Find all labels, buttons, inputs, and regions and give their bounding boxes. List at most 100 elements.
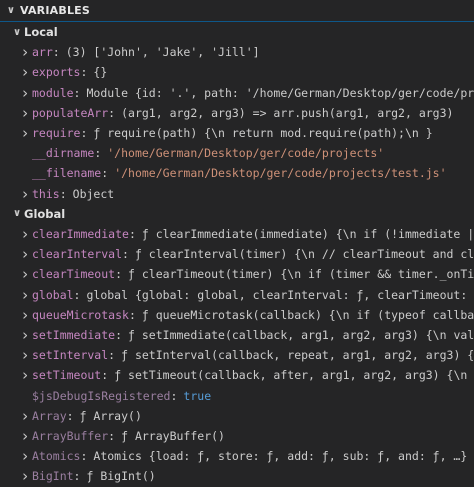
name-value-separator: : bbox=[52, 45, 60, 60]
chevron-right-icon[interactable]: › bbox=[18, 306, 32, 324]
variable-row[interactable]: ›__filename:'/home/German/Desktop/ger/co… bbox=[0, 163, 474, 183]
variable-name: Atomics bbox=[32, 449, 81, 464]
variable-value: ƒ setTimeout(callback, after, arg1, arg2… bbox=[114, 368, 474, 383]
variable-value: ƒ queueMicrotask(callback) {\n if (typeo… bbox=[141, 307, 474, 322]
variable-row[interactable]: › global: global {global: global, clearInt… bbox=[0, 285, 474, 305]
variable-name: populateArr bbox=[32, 105, 109, 120]
variable-row[interactable]: › clearInterval: ƒ clearInterval(timer) {\… bbox=[0, 244, 474, 264]
variable-row[interactable]: › Array: ƒ Array() bbox=[0, 406, 474, 426]
chevron-right-icon[interactable]: › bbox=[18, 407, 32, 425]
name-value-separator: : bbox=[128, 307, 136, 322]
variable-name: clearImmediate bbox=[32, 227, 129, 241]
name-value-separator: : bbox=[73, 469, 81, 484]
variable-value: ƒ Array() bbox=[79, 408, 142, 423]
variable-value: ƒ clearInterval(timer) {\n // clearTimeo… bbox=[134, 247, 474, 262]
scope-label: Local bbox=[24, 25, 58, 39]
variable-name: module bbox=[32, 85, 74, 100]
name-value-separator: : bbox=[115, 267, 123, 282]
variable-name: setImmediate bbox=[32, 328, 116, 342]
variable-row[interactable]: › arr: (3) ['John', 'Jake', 'Jill'] bbox=[0, 42, 474, 62]
variable-row[interactable]: › module: Module {id: '.', path: '/home/Ge… bbox=[0, 83, 474, 103]
variable-row[interactable]: › setImmediate: ƒ setImmediate(callback, a… bbox=[0, 325, 474, 345]
variable-row[interactable]: › Atomics: Atomics {load: ƒ, store: ƒ, add… bbox=[0, 446, 474, 466]
variable-row[interactable]: › queueMicrotask: ƒ queueMicrotask(callbac… bbox=[0, 305, 474, 325]
name-value-separator: : bbox=[80, 126, 88, 140]
name-value-separator: : bbox=[73, 85, 81, 100]
variable-value: ƒ clearTimeout(timer) {\n if (timer && t… bbox=[128, 267, 474, 282]
chevron-right-icon[interactable]: › bbox=[18, 245, 32, 263]
variable-row[interactable]: › setInterval: ƒ setInterval(callback, rep… bbox=[0, 345, 474, 365]
variable-row[interactable]: ›__dirname:'/home/German/Desktop/ger/cod… bbox=[0, 143, 474, 163]
chevron-right-icon[interactable]: › bbox=[18, 286, 32, 304]
scope-label: Global bbox=[24, 206, 66, 221]
scope-local[interactable]: ∨ Local bbox=[0, 22, 474, 42]
variable-name: arr bbox=[32, 45, 53, 60]
chevron-right-icon[interactable]: › bbox=[18, 63, 32, 81]
variable-row[interactable]: › clearImmediate: ƒ clearImmediate(immedia… bbox=[0, 224, 474, 244]
chevron-right-icon[interactable]: › bbox=[18, 447, 32, 465]
chevron-down-icon[interactable]: ∨ bbox=[2, 5, 20, 16]
variable-row[interactable]: › clearTimeout: ƒ clearTimeout(timer) {\n … bbox=[0, 264, 474, 284]
chevron-right-icon[interactable]: › bbox=[18, 43, 32, 61]
name-value-separator: : bbox=[128, 227, 136, 241]
variable-name: __dirname bbox=[32, 146, 95, 161]
chevron-right-icon[interactable]: › bbox=[18, 185, 32, 203]
name-value-separator: : bbox=[66, 408, 74, 423]
variable-name: Array bbox=[32, 408, 67, 423]
variable-name: queueMicrotask bbox=[32, 307, 129, 322]
variable-name: require bbox=[32, 126, 81, 140]
variable-name: setTimeout bbox=[32, 368, 102, 383]
variable-name: BigInt bbox=[32, 469, 74, 484]
variable-row[interactable]: › setTimeout: ƒ setTimeout(callback, after… bbox=[0, 365, 474, 385]
variable-value: '/home/German/Desktop/ger/code/projects' bbox=[107, 146, 385, 161]
name-value-separator: : bbox=[115, 328, 123, 342]
variable-value: ƒ BigInt() bbox=[86, 469, 156, 484]
variable-name: clearTimeout bbox=[32, 267, 116, 282]
variable-row[interactable]: › ArrayBuffer: ƒ ArrayBuffer() bbox=[0, 426, 474, 446]
name-value-separator: : bbox=[108, 105, 116, 120]
name-value-separator: : bbox=[80, 449, 88, 464]
chevron-right-icon[interactable]: › bbox=[18, 124, 32, 142]
variable-value: global {global: global, clearInterval: ƒ… bbox=[86, 287, 474, 302]
chevron-right-icon[interactable]: › bbox=[18, 427, 32, 445]
variable-value: Module {id: '.', path: '/home/German/Des… bbox=[86, 85, 474, 100]
chevron-right-icon[interactable]: › bbox=[18, 84, 32, 102]
name-value-separator: : bbox=[170, 388, 178, 403]
variable-name: clearInterval bbox=[32, 247, 123, 262]
name-value-separator: : bbox=[122, 247, 129, 262]
variable-value: ƒ setInterval(callback, repeat, arg1, ar… bbox=[121, 348, 474, 363]
name-value-separator: : bbox=[59, 186, 67, 201]
chevron-right-icon[interactable]: › bbox=[18, 366, 32, 384]
chevron-right-icon[interactable]: › bbox=[18, 225, 32, 243]
name-value-separator: : bbox=[80, 65, 88, 80]
variable-value: (3) ['John', 'Jake', 'Jill'] bbox=[65, 45, 260, 60]
variable-row[interactable]: › BigInt: ƒ BigInt() bbox=[0, 466, 474, 486]
name-value-separator: : bbox=[101, 368, 109, 383]
variable-row[interactable]: › this: Object bbox=[0, 184, 474, 204]
variable-value: {} bbox=[93, 65, 108, 80]
chevron-down-icon[interactable]: ∨ bbox=[10, 208, 24, 219]
variable-row[interactable]: › exports: {} bbox=[0, 62, 474, 82]
chevron-right-icon[interactable]: › bbox=[18, 326, 32, 344]
chevron-right-icon[interactable]: › bbox=[18, 467, 32, 485]
name-value-separator: : bbox=[73, 287, 81, 302]
name-value-separator: : bbox=[108, 429, 116, 443]
variable-value: true bbox=[183, 388, 212, 403]
chevron-right-icon[interactable]: › bbox=[18, 104, 32, 122]
variable-name: $jsDebugIsRegistered bbox=[32, 388, 171, 403]
chevron-right-icon[interactable]: › bbox=[18, 346, 32, 364]
chevron-down-icon[interactable]: ∨ bbox=[10, 27, 24, 38]
variables-section-header[interactable]: ∨ VARIABLES bbox=[0, 0, 474, 21]
variable-row[interactable]: › require: ƒ require(path) {\n return mod.… bbox=[0, 123, 474, 143]
chevron-right-icon[interactable]: › bbox=[18, 265, 32, 283]
variable-row[interactable]: › populateArr: (arg1, arg2, arg3) => arr.p… bbox=[0, 103, 474, 123]
variable-value: (arg1, arg2, arg3) => arr.push(arg1, arg… bbox=[121, 105, 454, 120]
variable-value: Object bbox=[72, 186, 115, 201]
variable-row[interactable]: ›$jsDebugIsRegistered:true bbox=[0, 386, 474, 406]
variable-value: ƒ ArrayBuffer() bbox=[121, 429, 225, 443]
variable-value: ƒ clearImmediate(immediate) {\n if (!imm… bbox=[141, 227, 474, 241]
scope-global[interactable]: ∨ Global bbox=[0, 204, 474, 224]
variables-title: VARIABLES bbox=[20, 4, 90, 17]
variable-name: setInterval bbox=[32, 348, 109, 363]
variable-name: global bbox=[32, 287, 74, 302]
